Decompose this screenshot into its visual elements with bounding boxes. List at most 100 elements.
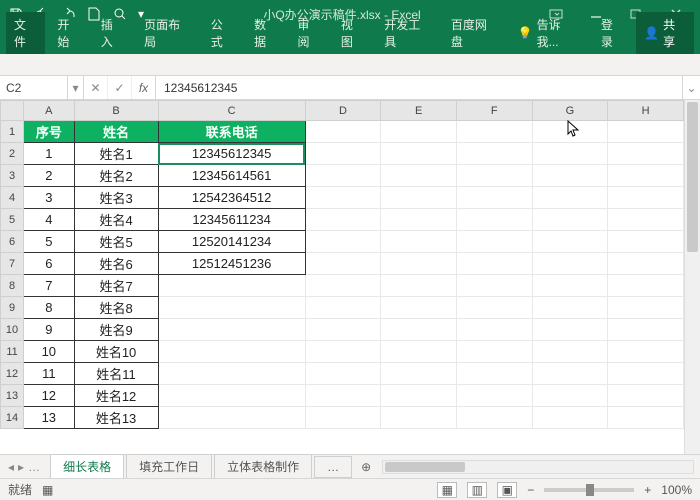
spreadsheet-grid[interactable]: A B C D E F G H 1序号姓名联系电话 21姓名1123456123…: [0, 100, 684, 454]
cell[interactable]: [305, 297, 381, 319]
cell[interactable]: [456, 275, 532, 297]
cell[interactable]: [381, 407, 457, 429]
cell[interactable]: 6: [24, 253, 74, 275]
view-page-break-icon[interactable]: ▣: [497, 482, 517, 498]
cell[interactable]: 姓名7: [74, 275, 158, 297]
cell[interactable]: 2: [24, 165, 74, 187]
row-header[interactable]: 2: [1, 143, 24, 165]
zoom-thumb[interactable]: [586, 484, 594, 496]
cell[interactable]: 姓名4: [74, 209, 158, 231]
zoom-out-icon[interactable]: −: [527, 483, 534, 497]
cell[interactable]: [158, 363, 305, 385]
cell[interactable]: [608, 363, 684, 385]
sheet-tab-active[interactable]: 细长表格: [50, 454, 124, 480]
cell[interactable]: [532, 165, 608, 187]
share-button[interactable]: 👤共享: [636, 12, 694, 54]
tab-insert[interactable]: 插入: [93, 12, 132, 54]
cell[interactable]: [305, 275, 381, 297]
cell[interactable]: [532, 385, 608, 407]
cell[interactable]: [305, 341, 381, 363]
cell[interactable]: [608, 165, 684, 187]
tab-baidu[interactable]: 百度网盘: [443, 12, 506, 54]
row-header[interactable]: 14: [1, 407, 24, 429]
tab-view[interactable]: 视图: [333, 12, 372, 54]
cell[interactable]: [305, 209, 381, 231]
cell[interactable]: 5: [24, 231, 74, 253]
cell[interactable]: [158, 319, 305, 341]
col-header[interactable]: G: [532, 101, 608, 121]
cell[interactable]: [381, 121, 457, 143]
cell[interactable]: [532, 209, 608, 231]
cell[interactable]: 8: [24, 297, 74, 319]
cell[interactable]: 姓名8: [74, 297, 158, 319]
cell[interactable]: [608, 187, 684, 209]
row-header[interactable]: 7: [1, 253, 24, 275]
zoom-slider[interactable]: [544, 488, 634, 492]
cell[interactable]: [608, 121, 684, 143]
row-header[interactable]: 1: [1, 121, 24, 143]
cell[interactable]: [381, 143, 457, 165]
cell[interactable]: 序号: [24, 121, 74, 143]
cell[interactable]: 姓名10: [74, 341, 158, 363]
select-all-corner[interactable]: [1, 101, 24, 121]
cell[interactable]: [532, 231, 608, 253]
col-header[interactable]: E: [381, 101, 457, 121]
cell[interactable]: [608, 143, 684, 165]
cell[interactable]: 12512451236: [158, 253, 305, 275]
cell[interactable]: 姓名6: [74, 253, 158, 275]
cell[interactable]: [456, 363, 532, 385]
accept-formula-icon[interactable]: ✓: [108, 76, 132, 99]
tab-layout[interactable]: 页面布局: [136, 12, 199, 54]
cell[interactable]: [158, 407, 305, 429]
cell[interactable]: 姓名5: [74, 231, 158, 253]
name-box-dropdown-icon[interactable]: ▾: [68, 76, 84, 99]
macro-record-icon[interactable]: ▦: [42, 483, 53, 497]
sheet-tab[interactable]: 立体表格制作: [214, 454, 312, 479]
add-sheet-icon[interactable]: ⊕: [356, 460, 376, 474]
sheet-nav-next-icon[interactable]: ▸: [18, 460, 24, 474]
cell[interactable]: [381, 275, 457, 297]
cell[interactable]: [456, 209, 532, 231]
cell[interactable]: 12: [24, 385, 74, 407]
cell[interactable]: [456, 121, 532, 143]
cell[interactable]: [305, 231, 381, 253]
cell[interactable]: [381, 187, 457, 209]
cell[interactable]: 姓名11: [74, 363, 158, 385]
cell[interactable]: [532, 253, 608, 275]
row-header[interactable]: 3: [1, 165, 24, 187]
tab-data[interactable]: 数据: [246, 12, 285, 54]
cell[interactable]: [456, 231, 532, 253]
tab-formula[interactable]: 公式: [203, 12, 242, 54]
row-header[interactable]: 11: [1, 341, 24, 363]
expand-formula-icon[interactable]: ⌄: [682, 76, 700, 99]
cell[interactable]: 9: [24, 319, 74, 341]
cell[interactable]: 姓名13: [74, 407, 158, 429]
cell[interactable]: 10: [24, 341, 74, 363]
cell[interactable]: [456, 143, 532, 165]
cell[interactable]: 姓名9: [74, 319, 158, 341]
cell[interactable]: [456, 385, 532, 407]
cancel-formula-icon[interactable]: ✕: [84, 76, 108, 99]
zoom-in-icon[interactable]: +: [644, 483, 651, 497]
cell[interactable]: [532, 319, 608, 341]
cell[interactable]: [456, 407, 532, 429]
cell[interactable]: [305, 407, 381, 429]
cell[interactable]: [381, 165, 457, 187]
cell[interactable]: [532, 341, 608, 363]
cell[interactable]: [305, 121, 381, 143]
cell[interactable]: 13: [24, 407, 74, 429]
cell[interactable]: [608, 319, 684, 341]
cell[interactable]: [305, 363, 381, 385]
col-header[interactable]: D: [305, 101, 381, 121]
cell[interactable]: [532, 297, 608, 319]
cell[interactable]: [305, 385, 381, 407]
cell[interactable]: 11: [24, 363, 74, 385]
cell[interactable]: [532, 275, 608, 297]
cell[interactable]: [381, 341, 457, 363]
tab-review[interactable]: 审阅: [290, 12, 329, 54]
col-header[interactable]: A: [24, 101, 74, 121]
sheet-tab[interactable]: 填充工作日: [126, 454, 212, 479]
cell[interactable]: [381, 385, 457, 407]
tab-dev[interactable]: 开发工具: [376, 12, 439, 54]
cell[interactable]: 12345611234: [158, 209, 305, 231]
